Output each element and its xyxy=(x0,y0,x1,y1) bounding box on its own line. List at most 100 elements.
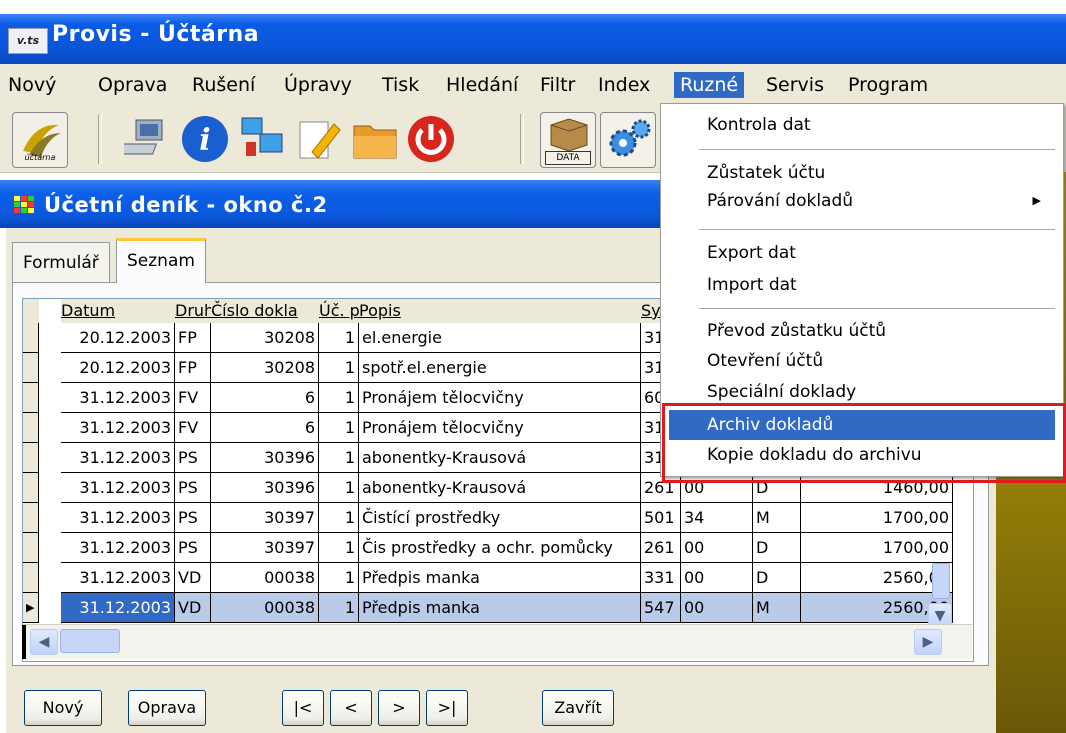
scroll-right-button[interactable]: ▶ xyxy=(914,629,942,655)
edit-button[interactable]: Oprava xyxy=(128,690,206,726)
table-cell[interactable]: 00038 xyxy=(211,563,319,593)
new-button[interactable]: Nový xyxy=(24,690,102,726)
menu-ruzne[interactable]: Ruzné xyxy=(674,72,745,98)
menu-item-import-dat[interactable]: Import dat xyxy=(669,270,1055,300)
table-cell[interactable]: Pronájem tělocvičny xyxy=(359,383,641,413)
computer-button[interactable] xyxy=(116,112,178,166)
table-cell[interactable]: M xyxy=(753,503,801,533)
menu-tisk[interactable]: Tisk xyxy=(382,72,419,98)
table-cell[interactable]: 20.12.2003 xyxy=(61,323,175,353)
table-cell[interactable]: 1 xyxy=(319,593,359,623)
table-cell[interactable]: 547 xyxy=(641,593,681,623)
table-row[interactable]: 31.12.2003 VD 00038 1 Předpis manka 331 00 D 256… xyxy=(23,563,953,593)
uctarna-logo-button[interactable]: účtárna xyxy=(12,112,68,168)
menu-hledani[interactable]: Hledání xyxy=(446,72,518,98)
table-cell[interactable]: Čis prostředky a ochr. pomůcky xyxy=(359,533,641,563)
table-cell[interactable]: PS xyxy=(175,533,211,563)
col-header-druh[interactable]: Druh xyxy=(175,299,211,323)
menu-item-otevreni-uctu[interactable]: Otevření účtů xyxy=(669,346,1055,376)
table-row[interactable]: 31.12.2003 PS 30397 1 Čis prostředky a ochr.… xyxy=(23,533,953,563)
menu-item-zustatek-uctu[interactable]: Zůstatek účtu xyxy=(669,158,1055,188)
table-cell[interactable]: Předpis manka xyxy=(359,593,641,623)
table-cell[interactable]: D xyxy=(753,563,801,593)
table-cell[interactable]: abonentky-Krausová xyxy=(359,443,641,473)
table-cell[interactable]: PS xyxy=(175,473,211,503)
table-row[interactable]: ▶ 31.12.2003 VD 00038 1 Předpis manka 547 00 M 25… xyxy=(23,593,953,623)
edit-document-button[interactable] xyxy=(290,112,344,166)
next-record-button[interactable]: > xyxy=(378,690,420,726)
table-cell[interactable]: Předpis manka xyxy=(359,563,641,593)
row-indicator[interactable] xyxy=(23,353,39,383)
hscroll-thumb[interactable] xyxy=(60,629,120,653)
table-cell[interactable]: 00 xyxy=(681,593,753,623)
menu-oprava[interactable]: Oprava xyxy=(98,72,167,98)
col-header-datum[interactable]: Datum xyxy=(61,299,175,323)
row-indicator[interactable] xyxy=(23,533,39,563)
table-cell[interactable]: 6 xyxy=(211,413,319,443)
table-cell[interactable]: 1 xyxy=(319,503,359,533)
table-cell[interactable]: spotř.el.energie xyxy=(359,353,641,383)
table-cell[interactable]: 1 xyxy=(319,563,359,593)
table-cell[interactable]: 331 xyxy=(641,563,681,593)
table-row[interactable]: 31.12.2003 PS 30397 1 Čistící prostředky 501 3… xyxy=(23,503,953,533)
table-cell[interactable]: 00 xyxy=(681,563,753,593)
table-cell[interactable]: 1700,00 xyxy=(801,533,953,563)
table-cell[interactable]: 31.12.2003 xyxy=(61,413,175,443)
table-cell[interactable]: 00 xyxy=(681,533,753,563)
table-cell[interactable]: Čistící prostředky xyxy=(359,503,641,533)
table-cell[interactable]: 1 xyxy=(319,443,359,473)
table-cell[interactable]: 1 xyxy=(319,383,359,413)
table-cell[interactable]: 261 xyxy=(641,533,681,563)
menu-upravy[interactable]: Úpravy xyxy=(284,72,352,98)
table-cell[interactable]: 1 xyxy=(319,473,359,503)
table-cell[interactable]: 31.12.2003 xyxy=(61,533,175,563)
last-record-button[interactable]: >| xyxy=(426,690,468,726)
table-cell[interactable]: 31.12.2003 xyxy=(61,563,175,593)
menu-item-parovani-dokladu[interactable]: Párování dokladů ▶ xyxy=(669,186,1055,216)
table-cell[interactable]: M xyxy=(753,593,801,623)
row-indicator[interactable]: ▶ xyxy=(23,593,39,623)
table-cell[interactable]: 30396 xyxy=(211,473,319,503)
table-cell[interactable]: FP xyxy=(175,353,211,383)
table-cell[interactable]: D xyxy=(753,533,801,563)
row-indicator[interactable] xyxy=(23,563,39,593)
info-button[interactable]: i xyxy=(178,112,232,166)
table-cell[interactable]: 31.12.2003 xyxy=(61,383,175,413)
row-indicator[interactable] xyxy=(23,503,39,533)
table-cell[interactable]: 1 xyxy=(319,353,359,383)
close-button[interactable]: Zavřít xyxy=(542,690,614,726)
menu-item-export-dat[interactable]: Export dat xyxy=(669,238,1055,268)
table-cell[interactable]: 2560,00 xyxy=(801,563,953,593)
table-cell[interactable]: 1700,00 xyxy=(801,503,953,533)
table-cell[interactable]: VD xyxy=(175,563,211,593)
power-button[interactable] xyxy=(404,112,458,166)
menu-item-kontrola-dat[interactable]: Kontrola dat xyxy=(669,110,1055,140)
menu-ruseni[interactable]: Rušení xyxy=(192,72,255,98)
table-cell[interactable]: 30208 xyxy=(211,323,319,353)
folder-button[interactable] xyxy=(348,112,402,166)
row-indicator[interactable] xyxy=(23,383,39,413)
col-header-cislo[interactable]: Číslo dokla xyxy=(211,299,319,323)
table-cell[interactable]: 34 xyxy=(681,503,753,533)
tab-formular[interactable]: Formulář xyxy=(12,242,110,283)
table-cell[interactable]: 6 xyxy=(211,383,319,413)
menu-servis[interactable]: Servis xyxy=(766,72,824,98)
col-header-uc[interactable]: Úč. p xyxy=(319,299,359,323)
table-cell[interactable]: Pronájem tělocvičny xyxy=(359,413,641,443)
table-cell[interactable]: FP xyxy=(175,323,211,353)
table-cell[interactable]: 501 xyxy=(641,503,681,533)
table-cell[interactable]: PS xyxy=(175,443,211,473)
table-cell[interactable]: FV xyxy=(175,413,211,443)
table-cell[interactable]: 31.12.2003 xyxy=(61,473,175,503)
horizontal-scrollbar[interactable]: ◀ ▶ xyxy=(22,624,972,659)
table-cell[interactable]: 30208 xyxy=(211,353,319,383)
table-cell[interactable]: VD xyxy=(175,593,211,623)
menu-index[interactable]: Index xyxy=(598,72,650,98)
row-indicator[interactable] xyxy=(23,443,39,473)
menu-filtr[interactable]: Filtr xyxy=(540,72,575,98)
row-indicator[interactable] xyxy=(23,413,39,443)
menu-program[interactable]: Program xyxy=(848,72,928,98)
tab-seznam[interactable]: Seznam xyxy=(116,238,206,283)
prev-record-button[interactable]: < xyxy=(330,690,372,726)
table-cell[interactable]: PS xyxy=(175,503,211,533)
